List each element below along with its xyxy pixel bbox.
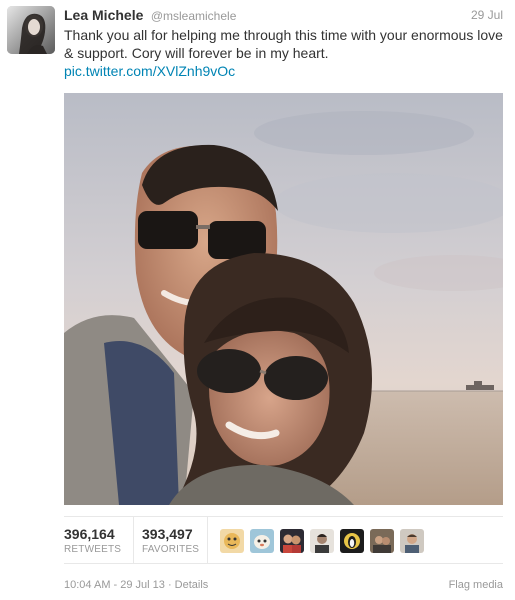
stats-divider: [207, 517, 208, 563]
tweet-text: Thank you all for helping me through thi…: [64, 26, 504, 80]
retweets-stat[interactable]: 396,164 RETWEETS: [64, 526, 121, 555]
retweets-label: RETWEETS: [64, 544, 122, 555]
user-avatar-penguins-logo-icon[interactable]: [340, 529, 364, 553]
user-avatar-portrait-icon[interactable]: [400, 529, 424, 553]
photo-image: [64, 93, 503, 505]
tweet-card: Lea Michele @msleamichele 29 Jul Thank y…: [0, 0, 515, 600]
stats-bar: 396,164 RETWEETS 393,497 FAVORITES: [64, 516, 503, 564]
tweet-body: Thank you all for helping me through thi…: [64, 27, 503, 61]
tweet-header: Lea Michele @msleamichele 29 Jul: [64, 7, 503, 25]
tweet-timestamp-full[interactable]: 10:04 AM - 29 Jul 13 ·: [64, 579, 175, 591]
retweets-count: 396,164: [64, 526, 115, 542]
author-avatar[interactable]: [7, 6, 55, 54]
details-link[interactable]: Details: [175, 579, 209, 591]
favorites-count: 393,497: [142, 526, 193, 542]
user-avatar-couple-icon[interactable]: [280, 529, 304, 553]
favorites-label: FAVORITES: [142, 544, 200, 555]
user-avatar-cartoon-icon[interactable]: [220, 529, 244, 553]
user-avatar-mascot-icon[interactable]: [250, 529, 274, 553]
media-link[interactable]: pic.twitter.com/XVlZnh9vOc: [64, 62, 504, 80]
author-name[interactable]: Lea Michele: [64, 7, 143, 23]
user-avatar-portrait-icon[interactable]: [310, 529, 334, 553]
tweet-date[interactable]: 29 Jul: [471, 8, 503, 22]
tweet-metadata: 10:04 AM - 29 Jul 13 · Details: [64, 579, 208, 591]
author-handle[interactable]: @msleamichele: [151, 9, 237, 23]
favorites-stat[interactable]: 393,497 FAVORITES: [142, 526, 199, 555]
tweet-footer: 10:04 AM - 29 Jul 13 · Details Flag medi…: [64, 579, 503, 595]
tweet-photo[interactable]: [64, 93, 503, 505]
author-avatar-image: [7, 6, 55, 54]
stats-divider: [133, 517, 134, 563]
user-avatar-photo-icon[interactable]: [370, 529, 394, 553]
flag-media-link[interactable]: Flag media: [449, 579, 503, 591]
